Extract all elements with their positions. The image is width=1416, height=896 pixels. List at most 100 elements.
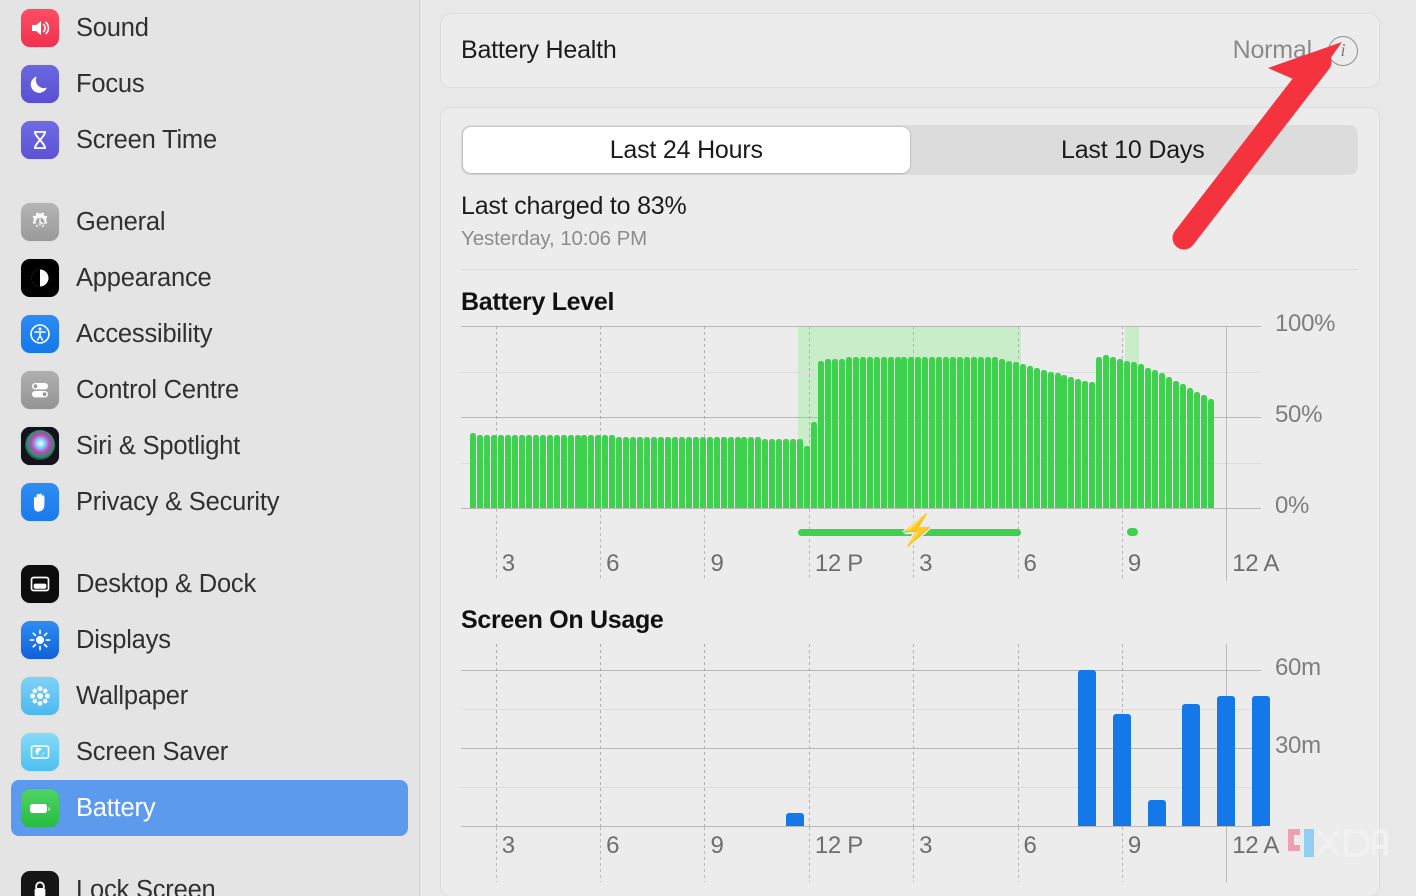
battery-level-bar [824,358,831,508]
gridline [808,827,810,882]
sidebar[interactable]: Sound Focus Screen Time General Appearan… [0,0,420,896]
charging-bolt-icon: ⚡ [898,514,937,547]
tab-last-24-hours[interactable]: Last 24 Hours [463,127,910,173]
battery-level-bar [560,435,567,508]
gridline [1121,509,1123,579]
battery-level-bar [504,435,511,508]
brightness-icon [21,621,59,659]
battery-level-bar [1019,364,1026,508]
sidebar-item-appearance[interactable]: Appearance [11,250,408,306]
accessibility-icon [21,315,59,353]
x-tick-label: 12 P [814,550,863,577]
tab-last-10-days[interactable]: Last 10 Days [910,127,1357,173]
battery-level-bar [880,356,887,508]
last-charged-label: Last charged to 83% [461,192,687,220]
battery-level-bar [1082,380,1089,508]
battery-level-bar [470,433,477,508]
appearance-icon [21,259,59,297]
x-tick-label: 6 [606,550,620,577]
sliders-icon [21,371,59,409]
screen-on-usage-chart: Screen On Usage 60m 30m 3 6 9 12 P 3 6 9 12 A [461,606,1358,884]
sidebar-group-3: Desktop & Dock Displays Wallpaper Screen… [11,556,408,836]
main-content: Battery Health Normal i Last 24 Hours La… [420,0,1416,896]
gridline [600,644,602,826]
gridline [495,509,497,579]
sidebar-item-label: Screen Saver [76,737,229,766]
sidebar-item-screen-time[interactable]: Screen Time [11,112,408,168]
sidebar-divider-1 [11,168,408,194]
screen-usage-bar [785,813,804,826]
sidebar-item-label: Accessibility [76,319,213,348]
battery-level-bar [1005,360,1012,508]
sidebar-item-lock-screen[interactable]: Lock Screen [11,862,408,896]
gridline [461,670,1261,671]
sidebar-item-control-centre[interactable]: Control Centre [11,362,408,418]
battery-level-bar [1068,376,1075,508]
gridline [600,827,602,882]
sidebar-item-label: Control Centre [76,375,240,404]
gridline [461,709,1261,710]
battery-level-bar [491,435,498,508]
battery-level-bar [852,356,859,508]
sidebar-item-privacy-security[interactable]: Privacy & Security [11,474,408,530]
battery-level-bar [1033,367,1040,508]
battery-level-bar [637,437,644,508]
screen-usage-bar [1182,703,1201,826]
gridline [1017,827,1019,882]
battery-level-bar [1124,360,1131,508]
battery-level-bar [595,435,602,508]
time-range-segmented-control[interactable]: Last 24 Hours Last 10 Days [461,125,1358,175]
sidebar-item-screen-saver[interactable]: Screen Saver [11,724,408,780]
x-tick-label: 6 [606,832,620,859]
sidebar-item-desktop-dock[interactable]: Desktop & Dock [11,556,408,612]
battery-level-bar [713,437,720,508]
gridline [913,827,915,882]
battery-level-bar [1047,371,1054,508]
battery-health-card[interactable]: Battery Health Normal i [440,13,1380,88]
battery-level-bar [727,437,734,508]
y-tick-label: 30m [1275,732,1321,759]
battery-level-bar [1200,395,1207,508]
battery-level-bar [894,356,901,508]
battery-level-bar [887,356,894,508]
info-icon[interactable]: i [1328,35,1358,66]
sidebar-item-siri-spotlight[interactable]: Siri & Spotlight [11,418,408,474]
y-tick-label: 50% [1275,401,1323,428]
sidebar-item-focus[interactable]: Focus [11,56,408,112]
screen-usage-bar [1252,696,1270,826]
charging-indicator-strip: ⚡ [461,516,1261,546]
battery-level-bar [588,435,595,508]
sidebar-item-displays[interactable]: Displays [11,612,408,668]
x-tick-label: 3 [501,832,515,859]
battery-level-bar [1089,382,1096,508]
sidebar-item-label: Privacy & Security [76,487,280,516]
sidebar-item-battery[interactable]: Battery [11,780,408,836]
battery-level-bar [1172,380,1179,508]
battery-level-bar [1158,373,1165,508]
x-tick-label: 9 [1127,832,1141,859]
battery-level-plot [461,326,1261,509]
battery-level-bar [602,435,609,508]
sidebar-item-label: Screen Time [76,125,217,154]
battery-level-bar [567,435,574,508]
sidebar-item-sound[interactable]: Sound [11,0,408,56]
gridline [913,644,915,826]
battery-level-bar [664,437,671,508]
battery-level-bar [978,356,984,508]
gridline [461,748,1261,749]
battery-level-bar [971,356,978,508]
battery-level-bar [532,435,539,508]
sidebar-group-4: Lock Screen [11,862,408,896]
sidebar-item-accessibility[interactable]: Accessibility [11,306,408,362]
sidebar-item-label: Sound [76,13,149,42]
sidebar-item-label: Appearance [76,263,212,292]
battery-level-bar [630,437,637,508]
gridline [1226,509,1228,581]
sidebar-item-general[interactable]: General [11,194,408,250]
sidebar-item-wallpaper[interactable]: Wallpaper [11,668,408,724]
battery-level-bar [1151,369,1158,508]
x-tick-label: 9 [1127,550,1141,577]
battery-level-bar [609,435,616,508]
battery-level-bar [1186,387,1193,508]
screen-on-usage-plot [461,644,1270,827]
